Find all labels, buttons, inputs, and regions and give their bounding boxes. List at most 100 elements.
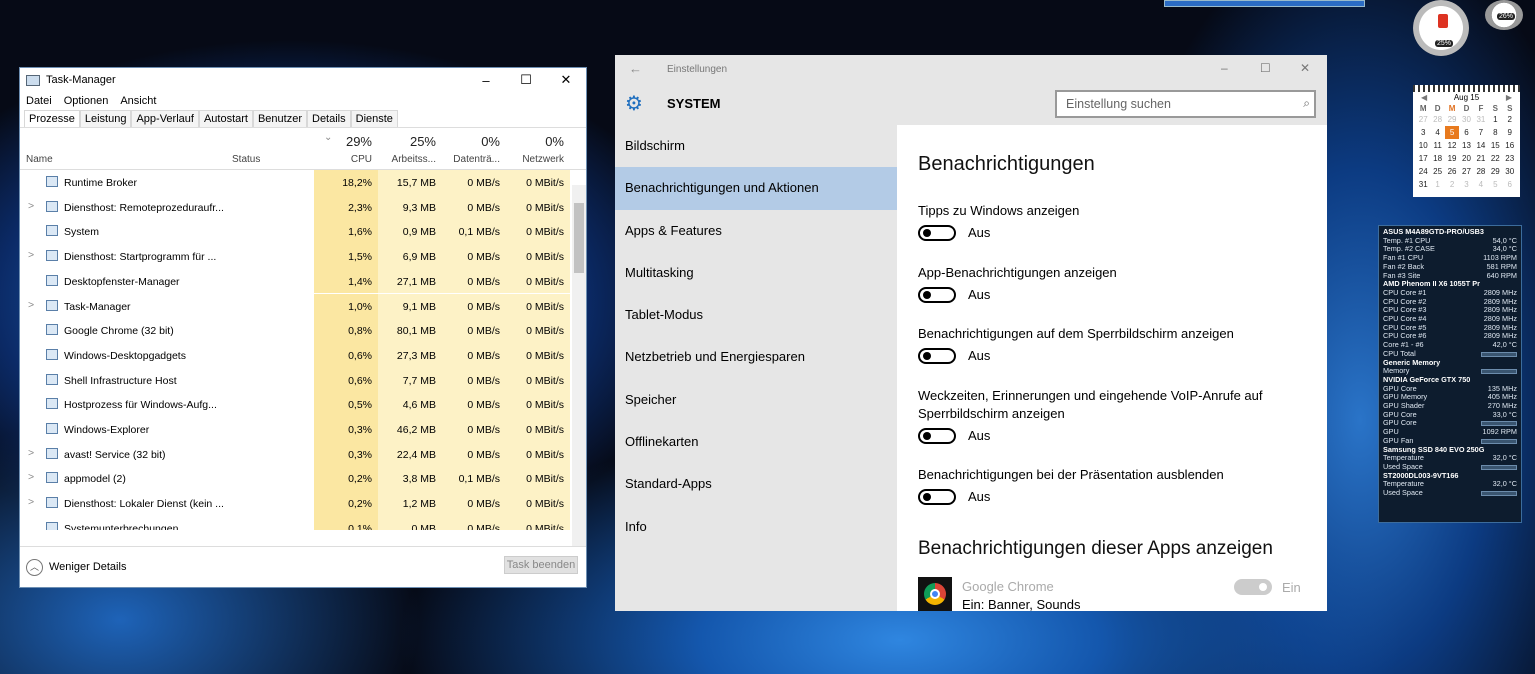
expand-chevron-icon[interactable]: >	[28, 200, 34, 212]
calendar-day[interactable]: 9	[1503, 126, 1517, 139]
calendar-day[interactable]: 3	[1459, 178, 1473, 191]
toggle-switch[interactable]	[918, 348, 956, 364]
calendar-day[interactable]: 14	[1474, 139, 1488, 152]
menu-ansicht[interactable]: Ansicht	[120, 95, 156, 107]
col-cpu[interactable]: CPU	[314, 154, 372, 165]
back-arrow-icon[interactable]: ←	[629, 61, 642, 76]
nav-item[interactable]: Standard-Apps	[615, 463, 897, 505]
menu-optionen[interactable]: Optionen	[64, 95, 109, 107]
table-row[interactable]: Windows-Desktopgadgets 0,6% 27,3 MB 0 MB/s 0…	[20, 342, 573, 368]
fewer-details-link[interactable]: Weniger Details	[49, 561, 126, 573]
chevron-up-icon[interactable]: ︿	[26, 559, 43, 576]
minimize-button[interactable]: –	[1221, 61, 1228, 75]
calendar-day[interactable]: 2	[1445, 178, 1459, 191]
calendar-day[interactable]: 19	[1445, 152, 1459, 165]
calendar-day[interactable]: 27	[1416, 113, 1430, 126]
table-row[interactable]: > Diensthost: Startprogramm für ... 1,5% 6,…	[20, 244, 573, 269]
calendar-day[interactable]: 28	[1474, 165, 1488, 178]
calendar-day[interactable]: 30	[1459, 113, 1473, 126]
calendar-day[interactable]: 13	[1459, 139, 1473, 152]
calendar-day[interactable]: 25	[1430, 165, 1444, 178]
col-memory[interactable]: Arbeitss...	[378, 154, 436, 165]
nav-item[interactable]: Info	[615, 506, 897, 548]
calendar-day[interactable]: 23	[1503, 152, 1517, 165]
search-box[interactable]: Einstellung suchen ⌕	[1055, 90, 1316, 118]
tab-app-verlauf[interactable]: App-Verlauf	[131, 110, 199, 127]
table-row[interactable]: Desktopfenster-Manager 1,4% 27,1 MB 0 MB/s 0…	[20, 268, 573, 294]
tab-benutzer[interactable]: Benutzer	[252, 110, 307, 127]
table-row[interactable]: > Diensthost: Lokaler Dienst (kein ... 0,2…	[20, 491, 573, 516]
maximize-button[interactable]: ☐	[506, 68, 546, 92]
calendar-day[interactable]: 12	[1445, 139, 1459, 152]
col-status[interactable]: Status	[232, 154, 260, 165]
table-row[interactable]: Shell Infrastructure Host 0,6% 7,7 MB 0 MB/…	[20, 367, 573, 393]
calendar-day[interactable]: 7	[1474, 126, 1488, 139]
calendar-day[interactable]: 6	[1503, 178, 1517, 191]
close-button[interactable]: ✕	[546, 68, 586, 92]
calendar-day[interactable]: 31	[1474, 113, 1488, 126]
tab-prozesse[interactable]: Prozesse	[24, 110, 80, 127]
expand-chevron-icon[interactable]: >	[28, 496, 34, 508]
col-network[interactable]: Netzwerk	[506, 154, 564, 165]
calendar-day[interactable]: 1	[1430, 178, 1444, 191]
toggle-switch[interactable]	[918, 428, 956, 444]
calendar-day[interactable]: 20	[1459, 152, 1473, 165]
scrollbar[interactable]	[572, 185, 586, 548]
table-row[interactable]: > Diensthost: Remoteprozeduraufr... 2,3% 9,…	[20, 194, 573, 220]
expand-chevron-icon[interactable]: >	[28, 299, 34, 311]
expand-chevron-icon[interactable]: >	[28, 471, 34, 483]
table-row[interactable]: Google Chrome (32 bit) 0,8% 80,1 MB 0 MB/s 0…	[20, 318, 573, 343]
table-row[interactable]: > appmodel (2) 0,2% 3,8 MB 0,1 MB/s 0 MBit/s	[20, 466, 573, 492]
calendar-day[interactable]: 8	[1488, 126, 1502, 139]
calendar-day[interactable]: 15	[1488, 139, 1502, 152]
nav-item[interactable]: Netzbetrieb und Energiesparen	[615, 336, 897, 378]
table-row[interactable]: > Task-Manager 1,0% 9,1 MB 0 MB/s 0 MBit/s	[20, 293, 573, 319]
calendar-day[interactable]: 31	[1416, 178, 1430, 191]
search-input[interactable]: Einstellung suchen	[1066, 97, 1171, 111]
toggle-switch[interactable]	[918, 225, 956, 241]
col-name[interactable]: Name	[26, 154, 53, 165]
calendar-day[interactable]: 28	[1430, 113, 1444, 126]
minimize-button[interactable]: –	[466, 68, 506, 92]
calendar-day[interactable]: 5	[1488, 178, 1502, 191]
tab-dienste[interactable]: Dienste	[350, 110, 398, 127]
calendar-day[interactable]: 11	[1430, 139, 1444, 152]
tab-autostart[interactable]: Autostart	[198, 110, 253, 127]
nav-item[interactable]: Multitasking	[615, 252, 897, 294]
tab-leistung[interactable]: Leistung	[79, 110, 132, 127]
calendar-day[interactable]: 24	[1416, 165, 1430, 178]
nav-item[interactable]: Benachrichtigungen und Aktionen	[615, 167, 897, 210]
settings-title-bar[interactable]: ← Einstellungen – ☐ ✕	[615, 55, 1327, 83]
calendar-day[interactable]: 10	[1416, 139, 1430, 152]
calendar-day[interactable]: 6	[1459, 126, 1473, 139]
table-row[interactable]: Hostprozess für Windows-Aufg... 0,5% 4,6 M…	[20, 392, 573, 417]
close-button[interactable]: ✕	[1300, 61, 1310, 75]
calendar-day[interactable]: 22	[1488, 152, 1502, 165]
calendar-day[interactable]: 29	[1488, 165, 1502, 178]
scrollbar-thumb[interactable]	[574, 203, 584, 273]
calendar-day[interactable]: 2	[1503, 113, 1517, 126]
table-row[interactable]: Windows-Explorer 0,3% 46,2 MB 0 MB/s 0 MBit/…	[20, 417, 573, 442]
menu-datei[interactable]: Datei	[26, 95, 52, 107]
table-row[interactable]: System 1,6% 0,9 MB 0,1 MB/s 0 MBit/s	[20, 219, 573, 245]
nav-item[interactable]: Apps & Features	[615, 210, 897, 252]
nav-item[interactable]: Bildschirm	[615, 125, 897, 167]
nav-item[interactable]: Speicher	[615, 379, 897, 421]
calendar-day[interactable]: 4	[1430, 126, 1444, 139]
calendar-day[interactable]: 16	[1503, 139, 1517, 152]
calendar-day[interactable]: 5	[1444, 126, 1460, 139]
next-month-icon[interactable]: ▶	[1506, 93, 1512, 102]
end-task-button[interactable]: Task beenden	[504, 556, 578, 574]
chrome-toggle[interactable]	[1234, 579, 1272, 595]
col-disk[interactable]: Datenträ...	[442, 154, 500, 165]
table-row[interactable]: Runtime Broker 18,2% 15,7 MB 0 MB/s 0 MBit/s	[20, 170, 573, 195]
expand-chevron-icon[interactable]: >	[28, 447, 34, 459]
calendar-day[interactable]: 27	[1459, 165, 1473, 178]
tab-details[interactable]: Details	[307, 110, 351, 127]
nav-item[interactable]: Tablet-Modus	[615, 294, 897, 336]
expand-chevron-icon[interactable]: >	[28, 249, 34, 261]
maximize-button[interactable]: ☐	[1260, 61, 1271, 75]
calendar-day[interactable]: 21	[1474, 152, 1488, 165]
calendar-day[interactable]: 1	[1488, 113, 1502, 126]
calendar-day[interactable]: 18	[1430, 152, 1444, 165]
